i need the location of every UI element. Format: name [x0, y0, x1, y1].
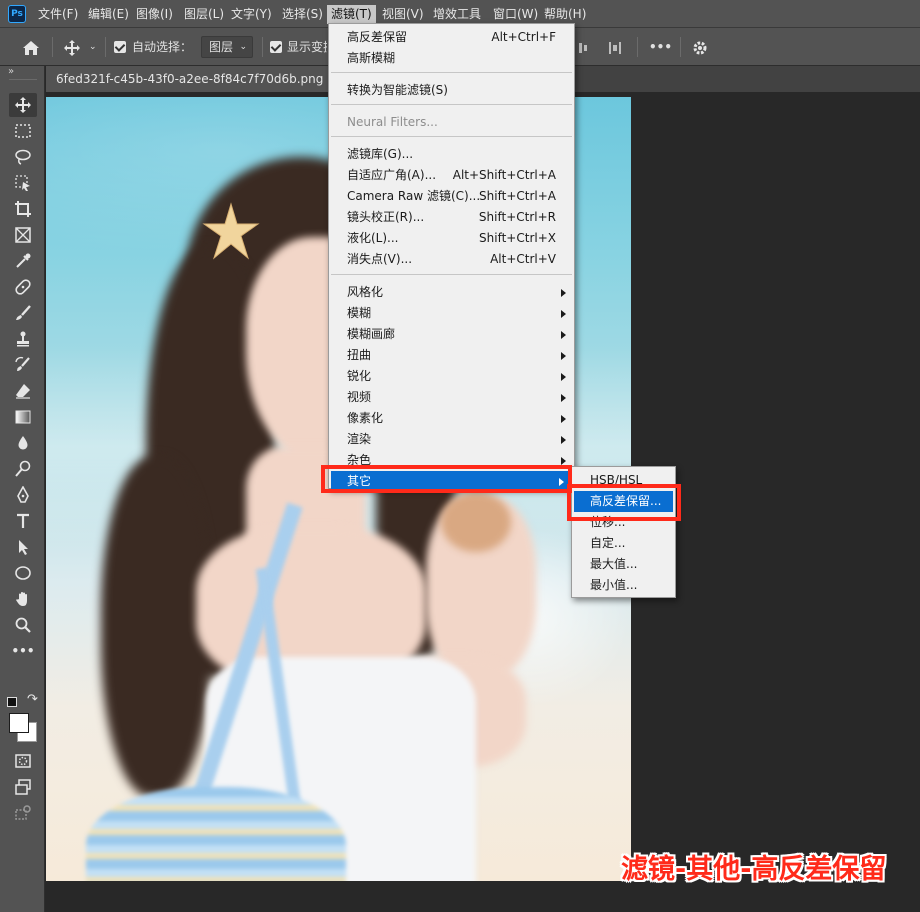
menu-item-adaptive-wide-angle[interactable]: 自适应广角(A)... Alt+Shift+Ctrl+A: [329, 165, 574, 186]
menu-item-filter-gallery[interactable]: 滤镜库(G)...: [329, 144, 574, 165]
frame-tool-icon[interactable]: [9, 223, 37, 247]
submenu-arrow-icon: [561, 373, 566, 381]
marquee-tool-icon[interactable]: [9, 119, 37, 143]
path-selection-tool-icon[interactable]: [9, 535, 37, 559]
swap-colors-icon[interactable]: ↷: [27, 692, 38, 707]
lasso-tool-icon[interactable]: [9, 145, 37, 169]
divider: [52, 37, 53, 57]
menu-item-stylize[interactable]: 风格化: [329, 282, 574, 303]
menu-item-convert-smart-filter[interactable]: 转换为智能滤镜(S): [329, 80, 574, 101]
more-tools-icon[interactable]: •••: [9, 639, 37, 663]
submenu-item-maximum[interactable]: 最大值...: [572, 554, 675, 575]
zoom-tool-icon[interactable]: [9, 613, 37, 637]
submenu-arrow-icon: [561, 394, 566, 402]
menu-item-blur[interactable]: 模糊: [329, 303, 574, 324]
starfish-clip: [202, 202, 260, 260]
menu-item-gaussian-blur[interactable]: 高斯模糊: [329, 48, 574, 69]
menu-item-distort[interactable]: 扭曲: [329, 345, 574, 366]
highlight-box-other: [321, 465, 572, 493]
divider: [262, 37, 263, 57]
divider: [680, 37, 681, 57]
history-brush-tool-icon[interactable]: [9, 353, 37, 377]
menu-item-sharpen[interactable]: 锐化: [329, 366, 574, 387]
ellipse-tool-icon[interactable]: [9, 561, 37, 585]
submenu-arrow-icon: [561, 310, 566, 318]
submenu-arrow-icon: [561, 436, 566, 444]
collapse-panel-icon[interactable]: »: [8, 66, 14, 77]
menu-filter[interactable]: 滤镜(T): [327, 5, 376, 24]
auto-select-label: 自动选择：: [132, 40, 193, 54]
menu-separator: [331, 274, 572, 275]
auto-select-checkbox[interactable]: [114, 41, 126, 53]
menu-item-video[interactable]: 视频: [329, 387, 574, 408]
distribute-icon[interactable]: [608, 28, 622, 66]
blur-tool-icon[interactable]: [9, 431, 37, 455]
gear-icon[interactable]: [692, 28, 708, 66]
menu-layer[interactable]: 图层(L): [180, 0, 228, 28]
divider: [637, 37, 638, 57]
hand-tool-icon[interactable]: [9, 587, 37, 611]
pen-tool-icon[interactable]: [9, 483, 37, 507]
more-options-icon[interactable]: •••: [649, 28, 672, 66]
submenu-arrow-icon: [561, 352, 566, 360]
menu-item-render[interactable]: 渲染: [329, 429, 574, 450]
show-transform-checkbox[interactable]: [270, 41, 282, 53]
artboard-icon[interactable]: [9, 801, 37, 825]
clone-stamp-tool-icon[interactable]: [9, 327, 37, 351]
menu-item-pixelate[interactable]: 像素化: [329, 408, 574, 429]
eraser-tool-icon[interactable]: [9, 379, 37, 403]
align-icon[interactable]: [578, 28, 588, 66]
menu-edit[interactable]: 编辑(E): [84, 0, 133, 28]
submenu-arrow-icon: [561, 331, 566, 339]
submenu-arrow-icon: [561, 289, 566, 297]
submenu-item-minimum[interactable]: 最小值...: [572, 575, 675, 596]
menu-type[interactable]: 文字(Y): [227, 0, 276, 28]
brush-tool-icon[interactable]: [9, 301, 37, 325]
document-tab-title: 6fed321f-c45b-43f0-a2ee-8f84c7f70d6b.png…: [56, 72, 346, 86]
menu-separator: [331, 72, 572, 73]
healing-brush-tool-icon[interactable]: [9, 275, 37, 299]
menu-image[interactable]: 图像(I): [132, 0, 177, 28]
menu-item-camera-raw[interactable]: Camera Raw 滤镜(C)... Shift+Ctrl+A: [329, 186, 574, 207]
dodge-tool-icon[interactable]: [9, 457, 37, 481]
menu-file[interactable]: 文件(F): [34, 0, 82, 28]
chevron-down-icon[interactable]: ⌄: [89, 28, 97, 66]
highlight-box-high-pass: [567, 484, 681, 521]
menu-item-neural-filters: Neural Filters...: [347, 115, 438, 129]
quick-mask-icon[interactable]: [9, 749, 37, 773]
default-colors-icon[interactable]: [7, 697, 17, 707]
divider: [105, 37, 106, 57]
menu-item-liquify[interactable]: 液化(L)... Shift+Ctrl+X: [329, 228, 574, 249]
menu-item-last-filter[interactable]: 高反差保留 Alt+Ctrl+F: [329, 27, 574, 48]
menu-item-vanishing-point[interactable]: 消失点(V)... Alt+Ctrl+V: [329, 249, 574, 270]
layer-select-dropdown[interactable]: 图层 ⌄: [201, 36, 253, 58]
object-selection-tool-icon[interactable]: [9, 171, 37, 195]
show-transform-label: 显示变换控件: [287, 40, 327, 54]
menu-select[interactable]: 选择(S): [278, 0, 327, 28]
move-tool-icon[interactable]: [9, 93, 37, 117]
layer-select-value: 图层: [209, 40, 234, 54]
chevron-down-icon: ⌄: [239, 42, 247, 52]
annotation-caption: 滤镜-其他-高反差保留: [621, 854, 887, 885]
menu-item-lens-correction[interactable]: 镜头校正(R)... Shift+Ctrl+R: [329, 207, 574, 228]
filter-menu: 高反差保留 Alt+Ctrl+F 高斯模糊 转换为智能滤镜(S) Neural F…: [328, 23, 575, 492]
eyedropper-tool-icon[interactable]: [9, 249, 37, 273]
divider: [9, 79, 37, 80]
tools-panel: » ••• ↷: [0, 66, 45, 912]
type-tool-icon[interactable]: [9, 509, 37, 533]
crop-tool-icon[interactable]: [9, 197, 37, 221]
submenu-item-custom[interactable]: 自定...: [572, 533, 675, 554]
gradient-tool-icon[interactable]: [9, 405, 37, 429]
document-tab[interactable]: 6fed321f-c45b-43f0-a2ee-8f84c7f70d6b.png…: [46, 66, 346, 92]
submenu-arrow-icon: [561, 415, 566, 423]
foreground-color-swatch[interactable]: [9, 713, 29, 733]
menu-item-blur-gallery[interactable]: 模糊画廊: [329, 324, 574, 345]
move-tool-icon[interactable]: [63, 28, 81, 66]
screen-mode-icon[interactable]: [9, 775, 37, 799]
submenu-arrow-icon: [561, 457, 566, 465]
menu-separator: [331, 104, 572, 105]
menu-separator: [331, 136, 572, 137]
photoshop-logo: Ps: [8, 5, 26, 23]
home-icon[interactable]: [22, 28, 40, 66]
